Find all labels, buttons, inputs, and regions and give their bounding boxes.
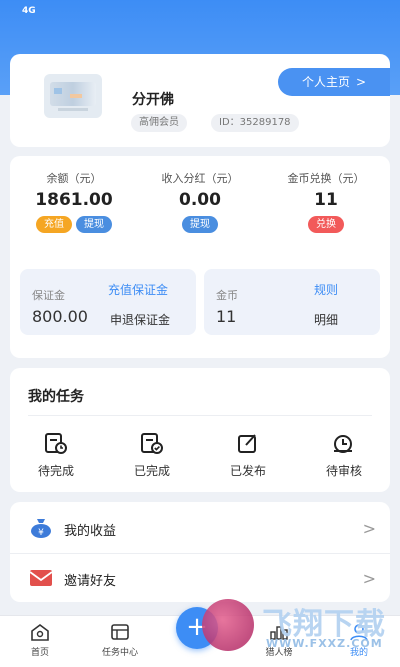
coin-value: 11 [216, 307, 237, 326]
task-pending-icon [45, 433, 67, 454]
menu-item-earnings[interactable]: ¥ 我的收益 > [10, 504, 390, 552]
withdraw-balance-button[interactable]: 提现 [76, 216, 112, 233]
profile-home-button[interactable]: 个人主页 > [278, 68, 390, 96]
divider [28, 415, 372, 416]
dividend-stat: 收入分红（元） 0.00 提现 [140, 170, 260, 233]
deposit-box: 保证金 充值保证金 800.00 申退保证金 [20, 269, 196, 335]
task-done-icon [141, 433, 163, 454]
withdraw-dividend-button[interactable]: 提现 [182, 216, 218, 233]
task-published[interactable]: 已发布 [208, 432, 288, 479]
menu-item-invite[interactable]: 邀请好友 > [10, 553, 390, 601]
tab-task-center-label: 任务中心 [101, 648, 138, 658]
tasks-card: 我的任务 待完成 已完成 已发布 待审核 [10, 368, 390, 492]
task-pending-label: 待完成 [37, 464, 74, 478]
home-icon [31, 624, 49, 641]
task-center-icon [111, 624, 129, 640]
dividend-label: 收入分红（元） [161, 172, 239, 185]
tab-home-label: 首页 [30, 648, 49, 658]
chevron-right-icon: > [362, 519, 376, 538]
rules-link[interactable]: 规则 [314, 281, 338, 298]
coin-exchange-value: 11 [314, 190, 338, 210]
refund-deposit-link[interactable]: 申退保证金 [110, 311, 170, 328]
invite-label: 邀请好友 [64, 574, 117, 589]
avatar[interactable] [44, 74, 102, 118]
earnings-label: 我的收益 [64, 524, 117, 539]
menu-card: ¥ 我的收益 > 邀请好友 > [10, 502, 390, 602]
recharge-button[interactable]: 充值 [36, 216, 72, 233]
watermark-url: WWW.FXXZ.COM [266, 637, 383, 650]
envelope-icon [29, 570, 53, 586]
coin-details-link[interactable]: 明细 [314, 311, 338, 328]
profile-home-label: 个人主页 [301, 75, 350, 89]
task-review-icon [334, 435, 352, 453]
watermark: 飞翔下载 WWW.FXXZ.COM [200, 599, 390, 657]
task-review[interactable]: 待审核 [304, 432, 384, 479]
dividend-value: 0.00 [179, 190, 221, 210]
tab-home[interactable]: 首页 [5, 622, 75, 658]
deposit-label: 保证金 [32, 289, 65, 302]
chevron-right-icon: > [355, 75, 367, 89]
balance-stat: 余额（元） 1861.00 充值 提现 [14, 170, 134, 233]
task-pending[interactable]: 待完成 [16, 432, 96, 479]
user-id-badge: ID：35289178 [211, 114, 299, 132]
wallet-card: 余额（元） 1861.00 充值 提现 收入分红（元） 0.00 提现 金币兑换（… [10, 156, 390, 358]
deposit-value: 800.00 [32, 307, 88, 326]
coin-box: 金币 规则 11 明细 [204, 269, 380, 335]
balance-value: 1861.00 [35, 190, 113, 210]
svg-text:¥: ¥ [38, 528, 44, 538]
user-name: 分开佛 [132, 92, 174, 108]
coin-exchange-label: 金币兑换（元） [287, 172, 365, 185]
task-done-label: 已完成 [133, 464, 170, 478]
member-badge: 高佣会员 [131, 114, 187, 132]
tab-task-center[interactable]: 任务中心 [85, 622, 155, 658]
money-bag-icon: ¥ [31, 519, 51, 538]
task-review-label: 待审核 [325, 464, 362, 478]
task-done[interactable]: 已完成 [112, 432, 192, 479]
recharge-deposit-link[interactable]: 充值保证金 [108, 281, 168, 298]
task-published-icon [238, 434, 256, 453]
balance-label: 余额（元） [46, 172, 102, 185]
watermark-logo-icon [202, 599, 254, 651]
signal-indicator: 4G [22, 6, 36, 16]
task-published-label: 已发布 [229, 464, 266, 478]
tasks-title: 我的任务 [28, 389, 84, 405]
exchange-button[interactable]: 兑换 [308, 216, 344, 233]
coin-label: 金币 [216, 289, 238, 302]
chevron-right-icon: > [362, 569, 376, 588]
profile-card: 分开佛 高佣会员 ID：35289178 个人主页 > [10, 54, 390, 147]
coin-exchange-stat: 金币兑换（元） 11 兑换 [266, 170, 386, 233]
